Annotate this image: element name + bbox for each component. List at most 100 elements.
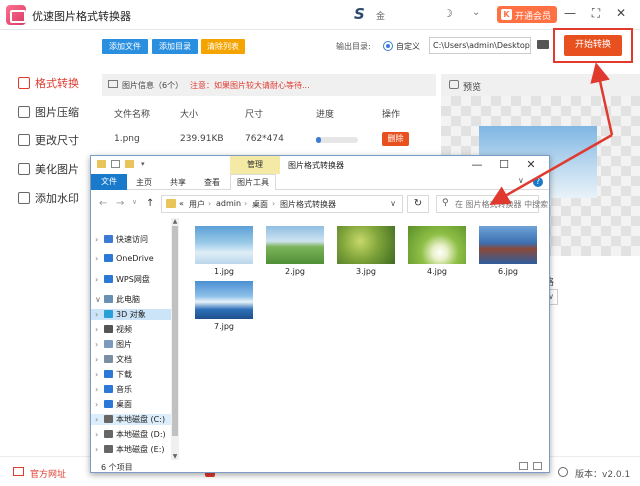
delete-button[interactable]: 删除: [382, 132, 409, 146]
nav-item-desktop[interactable]: › 桌面: [95, 399, 132, 410]
nav-item-this-pc[interactable]: ∨ 此电脑: [95, 294, 140, 305]
help-icon[interactable]: ?: [533, 177, 543, 187]
user-account-icon[interactable]: 金: [376, 9, 385, 22]
custom-radio[interactable]: [383, 41, 393, 51]
file-thumbnail: [337, 226, 395, 264]
nav-item-quick-access[interactable]: › 快速访问: [95, 234, 148, 245]
minimize-icon[interactable]: —: [563, 6, 577, 20]
nav-item-drive-e[interactable]: › 本地磁盘 (E:): [95, 444, 165, 455]
sidebar-item-watermark[interactable]: 添加水印: [18, 190, 79, 206]
tab-share[interactable]: 共享: [170, 177, 186, 188]
nav-item-drive-c[interactable]: › 本地磁盘 (C:): [91, 414, 171, 425]
explorer-ribbon: 文件 主页 共享 查看 图片工具 ∨ ?: [91, 174, 549, 190]
drive-icon: [104, 430, 113, 438]
file-thumbnail: [479, 226, 537, 264]
drive-icon: [104, 445, 113, 453]
breadcrumb-sep-icon: ›: [208, 199, 212, 208]
breadcrumb-users[interactable]: 用户: [189, 199, 205, 210]
maximize-icon[interactable]: ☐: [497, 158, 511, 171]
row-progress-bar: [316, 137, 358, 143]
image-info-bar: 图片信息（6个） 注意：如果图片较大请耐心等待...: [102, 74, 436, 96]
nav-item-videos[interactable]: › 视频: [95, 324, 132, 335]
tab-file[interactable]: 文件: [91, 174, 127, 190]
address-bar[interactable]: « 用户 › admin › 桌面 › 图片格式转换器 ∨: [161, 195, 403, 213]
nav-item-drive-d[interactable]: › 本地磁盘 (D:): [95, 429, 166, 440]
file-item[interactable]: 2.jpg: [266, 226, 324, 276]
close-icon[interactable]: ✕: [614, 6, 628, 20]
nav-item-3d-objects[interactable]: › 3D 对象: [91, 309, 171, 320]
back-icon[interactable]: ←: [99, 198, 107, 209]
nav-scrollbar[interactable]: ▲ ▼: [171, 218, 179, 460]
vip-button[interactable]: K 开通会员: [497, 6, 557, 23]
nav-item-wps[interactable]: › WPS网盘: [95, 274, 150, 285]
scroll-up-icon[interactable]: ▲: [171, 218, 179, 225]
sidebar-item-label: 图片压缩: [35, 106, 79, 119]
nav-item-downloads[interactable]: › 下载: [95, 369, 132, 380]
add-file-button[interactable]: 添加文件: [102, 39, 148, 54]
file-item[interactable]: 7.jpg: [195, 281, 253, 331]
theme-moon-icon[interactable]: ☽: [443, 7, 453, 20]
video-icon: [104, 325, 113, 333]
forward-icon[interactable]: →: [116, 198, 124, 209]
document-icon: [104, 355, 113, 363]
sidebar-item-beautify[interactable]: 美化图片: [18, 161, 79, 177]
large-icons-view-icon[interactable]: [533, 462, 542, 470]
image-icon: [108, 80, 118, 88]
download-icon: [104, 370, 113, 378]
folder-icon[interactable]: [537, 40, 549, 49]
output-path-field[interactable]: C:\Users\admin\Desktop: [429, 37, 531, 54]
nav-item-documents[interactable]: › 文档: [95, 354, 132, 365]
file-item[interactable]: 3.jpg: [337, 226, 395, 276]
scrollbar-thumb[interactable]: [172, 226, 178, 436]
folder-icon: [97, 160, 106, 168]
music-icon: [104, 385, 113, 393]
manage-tab[interactable]: 管理: [230, 156, 280, 174]
tab-home[interactable]: 主页: [136, 177, 152, 188]
new-folder-icon[interactable]: [125, 160, 134, 168]
file-name: 4.jpg: [426, 267, 447, 276]
search-box[interactable]: ⚲ 在 图片格式转换器 中搜索: [436, 195, 548, 213]
close-icon[interactable]: ✕: [524, 158, 538, 171]
explorer-title-bar: ▾ 管理 图片格式转换器 — ☐ ✕: [91, 156, 549, 174]
sidebar-item-compress[interactable]: 图片压缩: [18, 104, 79, 120]
file-item[interactable]: 6.jpg: [479, 226, 537, 276]
sidebar-item-format-convert[interactable]: 格式转换: [18, 75, 79, 91]
ribbon-collapse-icon[interactable]: ∨: [518, 176, 524, 185]
start-convert-button[interactable]: 开始转换: [564, 35, 622, 56]
file-name: 1.jpg: [213, 267, 234, 276]
minimize-icon[interactable]: —: [470, 158, 484, 171]
clear-list-button[interactable]: 清除列表: [201, 39, 245, 54]
sidebar: 格式转换 图片压缩 更改尺寸 美化图片 添加水印: [0, 31, 98, 456]
column-header-progress: 进度: [316, 110, 335, 120]
details-view-icon[interactable]: [519, 462, 528, 470]
file-item[interactable]: 1.jpg: [195, 226, 253, 276]
chevron-down-icon[interactable]: ⌄: [472, 7, 480, 18]
up-icon[interactable]: ↑: [146, 198, 154, 209]
breadcrumb-current[interactable]: 图片格式转换器: [280, 199, 336, 210]
file-item[interactable]: 4.jpg: [408, 226, 466, 276]
tab-picture-tools[interactable]: 图片工具: [230, 174, 276, 190]
refresh-button[interactable]: ↻: [407, 195, 429, 213]
image-info-label: 图片信息（6个）: [122, 81, 184, 90]
address-dropdown-icon[interactable]: ∨: [390, 199, 396, 208]
resize-icon: [18, 134, 30, 146]
nav-item-music[interactable]: › 音乐: [95, 384, 132, 395]
scroll-down-icon[interactable]: ▼: [171, 453, 179, 460]
sidebar-item-resize[interactable]: 更改尺寸: [18, 132, 79, 148]
breadcrumb-overflow[interactable]: «: [179, 199, 184, 208]
row-file-size: 239.91KB: [180, 134, 224, 144]
drive-icon: [104, 415, 113, 423]
fullscreen-icon[interactable]: ⛶: [589, 6, 603, 21]
official-site-link[interactable]: 官方网址: [30, 467, 66, 480]
nav-item-pictures[interactable]: › 图片: [95, 339, 132, 350]
breadcrumb-desktop[interactable]: 桌面: [252, 199, 268, 210]
recent-dropdown-icon[interactable]: ∨: [132, 198, 137, 206]
quick-access-dropdown-icon[interactable]: ▾: [141, 160, 150, 168]
tab-view[interactable]: 查看: [204, 177, 220, 188]
breadcrumb-admin[interactable]: admin: [216, 199, 241, 208]
nav-item-onedrive[interactable]: › OneDrive: [95, 254, 154, 263]
properties-icon[interactable]: [111, 160, 120, 168]
brand-s-icon: S: [354, 5, 365, 23]
add-dir-button[interactable]: 添加目录: [152, 39, 198, 54]
file-name: 3.jpg: [355, 267, 376, 276]
